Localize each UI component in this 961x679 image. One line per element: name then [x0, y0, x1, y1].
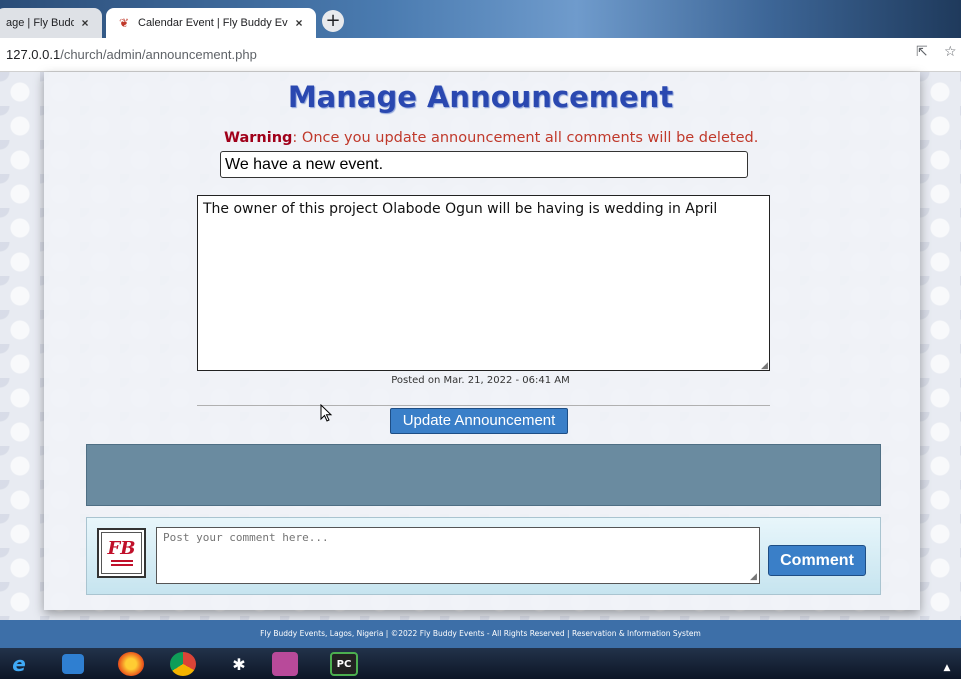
comment-button[interactable]: Comment — [768, 545, 866, 576]
fb-logo-icon: FB — [101, 532, 142, 574]
chrome-icon[interactable] — [170, 652, 196, 676]
announcement-subject-input[interactable] — [220, 151, 748, 178]
comments-list — [86, 444, 881, 506]
resize-grip-icon[interactable]: ◢ — [761, 361, 768, 371]
media-player-icon[interactable] — [62, 654, 84, 674]
close-icon[interactable]: × — [78, 16, 92, 30]
avatar-monogram: FB — [107, 538, 136, 559]
os-taskbar: e ✱ PC ▲ — [0, 648, 961, 679]
warning-message: Warning: Once you update announcement al… — [224, 130, 758, 146]
resize-grip-icon[interactable]: ◢ — [750, 572, 757, 582]
browser-tab-2[interactable]: ❦ Calendar Event | Fly Buddy Event × — [106, 8, 316, 38]
posted-timestamp: Posted on Mar. 21, 2022 - 06:41 AM — [391, 375, 570, 386]
bluetooth-icon[interactable]: ✱ — [226, 652, 252, 676]
page-background: Manage Announcement Warning: Once you up… — [0, 72, 961, 620]
star-icon[interactable]: ☆ — [944, 44, 957, 60]
close-icon[interactable]: × — [292, 16, 306, 30]
page-title: Manage Announcement — [287, 80, 674, 114]
warning-label: Warning — [224, 130, 293, 146]
tab-title: age | Fly Buddy — [6, 17, 74, 29]
tab-title: Calendar Event | Fly Buddy Event — [138, 17, 288, 29]
divider — [197, 405, 770, 406]
app-icon[interactable] — [272, 652, 298, 676]
announcement-body-textarea[interactable]: The owner of this project Olabode Ogun w… — [197, 195, 770, 371]
site-footer: Fly Buddy Events, Lagos, Nigeria | ©2022… — [0, 620, 961, 648]
internet-explorer-icon[interactable]: e — [6, 652, 32, 676]
pycharm-icon[interactable]: PC — [330, 652, 358, 676]
warning-text: : Once you update announcement all comme… — [292, 130, 759, 146]
address-bar[interactable]: 127.0.0.1/church/admin/announcement.php — [0, 38, 961, 72]
mouse-cursor-icon — [320, 404, 333, 422]
url-text: 127.0.0.1/church/admin/announcement.php — [6, 47, 257, 62]
browser-tab-1[interactable]: age | Fly Buddy × — [0, 8, 102, 38]
avatar: FB — [97, 528, 146, 578]
logo-underline — [110, 560, 133, 566]
heart-favicon-icon: ❦ — [118, 16, 130, 30]
url-host: 127.0.0.1 — [6, 47, 61, 62]
browser-tab-strip: age | Fly Buddy × ❦ Calendar Event | Fly… — [0, 0, 961, 38]
new-tab-button[interactable]: + — [322, 10, 344, 32]
url-path: /church/admin/announcement.php — [60, 47, 257, 62]
share-icon[interactable]: ⇱ — [916, 44, 928, 60]
firefox-icon[interactable] — [118, 652, 144, 676]
update-announcement-button[interactable]: Update Announcement — [390, 408, 568, 434]
tray-expand-icon[interactable]: ▲ — [940, 656, 954, 679]
comment-input[interactable] — [156, 527, 760, 584]
